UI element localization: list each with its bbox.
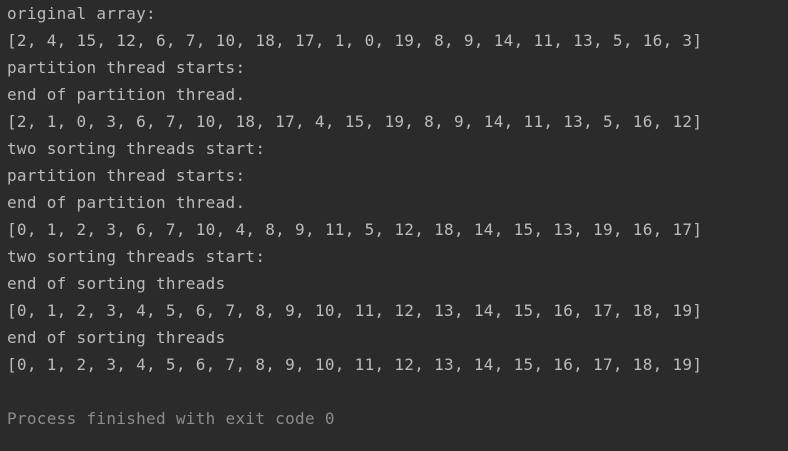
console-output[interactable]: original array: [2, 4, 15, 12, 6, 7, 10,…: [0, 0, 788, 451]
console-line: end of sorting threads: [7, 328, 226, 347]
console-line: partition thread starts:: [7, 166, 246, 185]
console-line: end of partition thread.: [7, 85, 246, 104]
console-line: two sorting threads start:: [7, 139, 266, 158]
console-line: two sorting threads start:: [7, 247, 266, 266]
console-line: partition thread starts:: [7, 58, 246, 77]
console-line: original array:: [7, 4, 156, 23]
console-line: [0, 1, 2, 3, 4, 5, 6, 7, 8, 9, 10, 11, 1…: [7, 301, 703, 320]
console-line: [2, 1, 0, 3, 6, 7, 10, 18, 17, 4, 15, 19…: [7, 112, 703, 131]
console-line: end of sorting threads: [7, 274, 226, 293]
console-line: end of partition thread.: [7, 193, 246, 212]
console-line: [0, 1, 2, 3, 4, 5, 6, 7, 8, 9, 10, 11, 1…: [7, 355, 703, 374]
console-line: [2, 4, 15, 12, 6, 7, 10, 18, 17, 1, 0, 1…: [7, 31, 703, 50]
process-exit-message: Process finished with exit code 0: [7, 409, 335, 428]
console-line: [0, 1, 2, 3, 6, 7, 10, 4, 8, 9, 11, 5, 1…: [7, 220, 703, 239]
